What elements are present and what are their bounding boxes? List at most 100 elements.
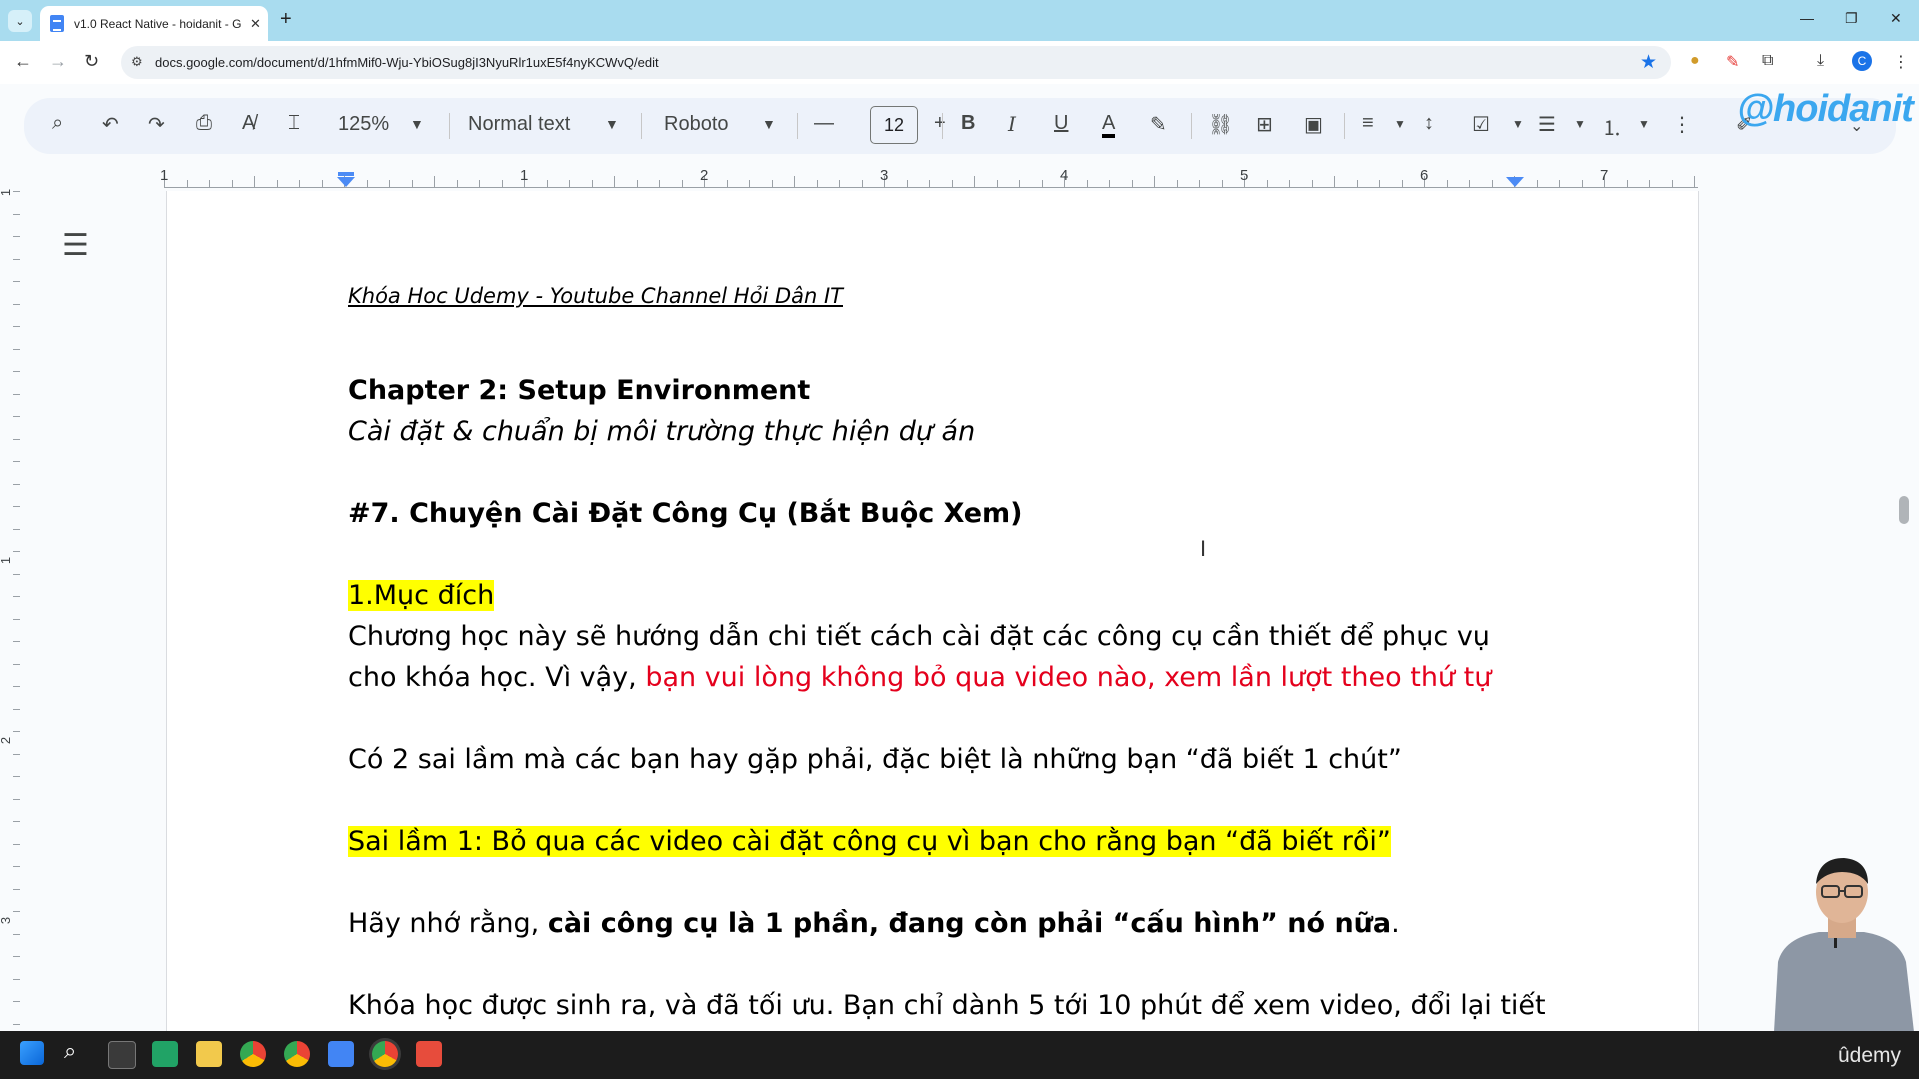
increase-font-size-icon[interactable]: + — [934, 112, 946, 135]
ruler-tick — [636, 180, 638, 187]
ruler-number: 7 — [1600, 167, 1609, 184]
ruler-tick — [996, 180, 998, 187]
vertical-ruler-tick — [13, 821, 20, 822]
ruler-tick — [1469, 180, 1470, 187]
ruler-tick — [726, 180, 728, 187]
bullet-dropdown-icon[interactable]: ▼ — [1574, 117, 1586, 131]
chrome-active-icon[interactable] — [372, 1041, 398, 1067]
font-dropdown-icon[interactable]: ▼ — [762, 116, 776, 132]
chrome-profile-icon[interactable] — [284, 1041, 310, 1067]
camtasia-red-icon[interactable] — [416, 1041, 442, 1067]
decrease-font-size-icon[interactable]: — — [814, 112, 834, 135]
font-select[interactable]: Roboto — [664, 113, 729, 136]
vertical-ruler-tick — [13, 551, 20, 552]
document-outline-icon[interactable]: ☰ — [62, 228, 89, 263]
download-icon[interactable]: ⤓ — [1817, 52, 1824, 70]
underline-icon[interactable]: U — [1054, 112, 1068, 135]
search-menus-icon[interactable]: ⌕ — [52, 112, 63, 135]
first-line-indent-marker[interactable] — [338, 172, 354, 176]
google-docs-icon[interactable] — [328, 1041, 354, 1067]
spellcheck-icon[interactable]: A̸ — [242, 112, 255, 135]
print-icon[interactable]: ⎙ — [196, 112, 212, 135]
style-dropdown-icon[interactable]: ▼ — [605, 116, 619, 132]
browser-menu-icon[interactable]: ⋮ — [1893, 52, 1909, 72]
new-tab-icon[interactable]: + — [280, 8, 292, 31]
ruler-tick — [1266, 180, 1268, 187]
ruler-tick — [299, 180, 300, 187]
bookmark-star-icon[interactable]: ★ — [1640, 51, 1657, 74]
toolbar-divider — [449, 113, 450, 139]
vertical-ruler-tick — [13, 911, 20, 912]
checklist-dropdown-icon[interactable]: ▼ — [1512, 117, 1524, 131]
doc-header-line: Khóa Hoc Udemy - Youtube Channel Hỏi Dân… — [348, 284, 843, 308]
insert-image-icon[interactable]: ▣ — [1304, 112, 1323, 137]
toolbar-divider — [1344, 113, 1345, 139]
address-bar[interactable]: ⚙ docs.google.com/document/d/1hfmMif0-Wj… — [121, 46, 1671, 79]
site-info-icon[interactable]: ⚙ — [131, 54, 143, 70]
bulleted-list-icon[interactable]: ☰ — [1538, 112, 1556, 137]
tab-search-button[interactable]: ⌄ — [8, 10, 32, 32]
tab-title: v1.0 React Native - hoidanit - G — [74, 16, 242, 31]
windows-taskbar: ⌕ ûdemy — [0, 1031, 1919, 1079]
ruler-tick — [1086, 180, 1088, 187]
forward-icon[interactable]: → — [49, 51, 67, 72]
extension-pen-icon[interactable]: ✎ — [1726, 52, 1739, 72]
scrollbar-thumb[interactable] — [1899, 496, 1909, 524]
paragraph-line: Hãy nhớ rằng, cài công cụ là 1 phần, đan… — [348, 908, 1400, 939]
close-tab-icon[interactable]: ✕ — [250, 16, 261, 32]
add-comment-icon[interactable]: ⊞ — [1256, 112, 1273, 137]
zoom-dropdown-icon[interactable]: ▼ — [410, 116, 424, 132]
checklist-icon[interactable]: ☑ — [1472, 112, 1490, 137]
ruler-tick — [591, 180, 593, 187]
align-dropdown-icon[interactable]: ▼ — [1394, 117, 1406, 131]
right-indent-marker[interactable] — [1506, 177, 1524, 187]
vertical-ruler: 1 1 2 3 — [0, 189, 22, 1031]
numbered-list-icon[interactable]: ⒈ — [1602, 112, 1622, 141]
profile-avatar[interactable]: C — [1852, 51, 1872, 71]
more-options-icon[interactable]: ⋮ — [1672, 112, 1692, 137]
paragraph-style-select[interactable]: Normal text — [468, 113, 570, 136]
undo-icon[interactable]: ↶ — [102, 112, 119, 137]
highlight-color-icon[interactable]: ✎ — [1150, 112, 1167, 137]
insert-link-icon[interactable]: ⛓ — [1208, 112, 1233, 137]
zoom-select[interactable]: 125% — [338, 113, 389, 136]
align-icon[interactable]: ≡ — [1362, 112, 1374, 135]
italic-icon[interactable]: I — [1008, 112, 1016, 136]
ruler-tick — [1559, 180, 1560, 187]
left-indent-marker[interactable] — [337, 177, 355, 187]
section-heading: 1.Mục đích — [348, 580, 495, 611]
text-color-icon[interactable]: A — [1102, 112, 1116, 138]
bold-icon[interactable]: B — [961, 112, 975, 135]
ruler-tick — [861, 180, 863, 187]
close-window-icon[interactable]: ✕ — [1890, 10, 1902, 27]
font-size-input[interactable]: 12 — [870, 106, 918, 144]
windows-start-icon[interactable] — [20, 1041, 44, 1065]
line-spacing-icon[interactable]: ↕ — [1424, 112, 1434, 135]
file-explorer-icon[interactable] — [196, 1041, 222, 1067]
browser-tab[interactable]: v1.0 React Native - hoidanit - G ✕ — [40, 6, 268, 41]
extensions-puzzle-icon[interactable]: ⧉ — [1762, 52, 1773, 70]
search-icon[interactable]: ⌕ — [64, 1038, 90, 1064]
chrome-icon[interactable] — [240, 1041, 266, 1067]
ruler-tick — [1019, 180, 1020, 187]
paint-format-icon[interactable]: ⌶ — [288, 112, 300, 135]
ruler-tick — [1401, 180, 1403, 187]
text-cursor-icon: I — [1200, 536, 1207, 561]
minimize-icon[interactable]: — — [1800, 10, 1814, 26]
ruler-tick — [366, 180, 368, 187]
camtasia-green-icon[interactable] — [152, 1041, 178, 1067]
vertical-ruler-tick — [13, 708, 20, 710]
back-icon[interactable]: ← — [14, 51, 32, 72]
ruler-tick — [231, 180, 233, 187]
ruler-tick — [1154, 176, 1155, 187]
vertical-ruler-tick — [13, 933, 20, 935]
redo-icon[interactable]: ↷ — [148, 112, 165, 137]
extension-cookie-icon[interactable]: ● — [1690, 52, 1700, 70]
document-page[interactable]: Khóa Hoc Udemy - Youtube Channel Hỏi Dân… — [166, 191, 1699, 1031]
restore-icon[interactable]: ❐ — [1845, 10, 1858, 27]
vertical-ruler-tick — [13, 258, 20, 260]
reload-icon[interactable]: ↻ — [84, 51, 99, 72]
numbered-dropdown-icon[interactable]: ▼ — [1638, 117, 1650, 131]
vertical-ruler-tick — [13, 416, 20, 417]
task-view-icon[interactable] — [108, 1041, 136, 1069]
